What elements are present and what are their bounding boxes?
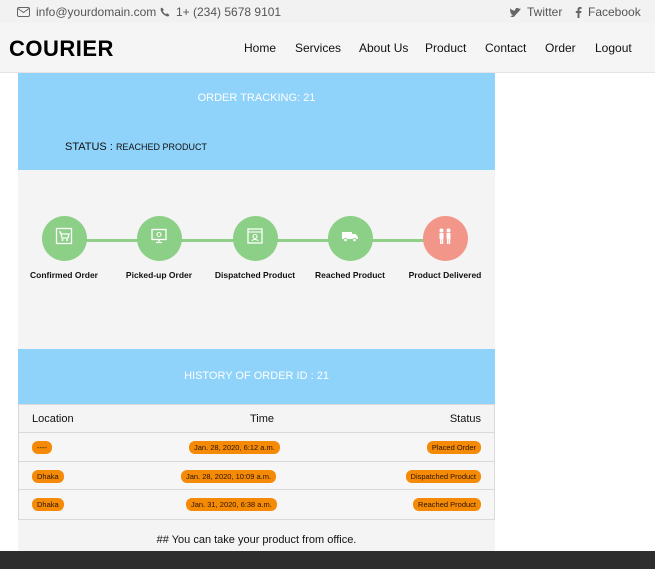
nav-product[interactable]: Product <box>425 41 466 55</box>
location-badge: Dhaka <box>32 498 64 511</box>
phone-text: 1+ (234) 5678 9101 <box>176 5 282 19</box>
pickup-note: ## You can take your product from office… <box>156 534 357 546</box>
order-history-table: Location Time Status ---- Jan. 28, 2020,… <box>18 404 495 520</box>
top-info-bar: info@yourdomain.com 1+ (234) 5678 9101 T… <box>0 0 655 23</box>
people-icon <box>436 227 454 250</box>
status-badge: Reached Product <box>413 498 481 511</box>
order-tracking-title: ORDER TRACKING: 21 <box>197 92 316 104</box>
table-row: Dhaka Jan. 28, 2020, 10:09 a.m. Dispatch… <box>19 461 494 490</box>
twitter-icon <box>510 7 521 17</box>
table-row: ---- Jan. 28, 2020, 6:12 a.m. Placed Ord… <box>19 433 494 462</box>
monitor-icon <box>150 227 168 250</box>
facebook-link[interactable]: Facebook <box>575 5 641 19</box>
status-value: REACHED PRODUCT <box>115 142 207 152</box>
column-status: Status <box>449 413 481 425</box>
table-row: Dhaka Jan. 31, 2020, 6:38 a.m. Reached P… <box>19 490 494 519</box>
nav-contact[interactable]: Contact <box>485 41 526 55</box>
column-time: Time <box>250 413 275 425</box>
page-footer <box>0 551 655 569</box>
truck-icon <box>341 229 359 248</box>
nav-order[interactable]: Order <box>545 41 576 55</box>
nav-about-us[interactable]: About Us <box>359 41 408 55</box>
email-text: info@yourdomain.com <box>36 5 157 19</box>
status-line: STATUS : REACHED PRODUCT <box>65 141 207 153</box>
time-badge: Jan. 31, 2020, 6:38 a.m. <box>186 498 277 511</box>
box-icon <box>246 227 264 250</box>
step-circle <box>422 216 468 261</box>
nav-services[interactable]: Services <box>295 41 341 55</box>
order-tracking-header: ORDER TRACKING: 21 STATUS : REACHED PROD… <box>18 73 495 170</box>
facebook-label: Facebook <box>588 5 641 19</box>
email-contact[interactable]: info@yourdomain.com <box>17 5 156 19</box>
envelope-icon <box>17 7 30 17</box>
step-product-delivered: Product Delivered <box>385 216 505 280</box>
order-history-header: HISTORY OF ORDER ID : 21 <box>18 349 495 404</box>
twitter-label: Twitter <box>527 5 563 19</box>
location-badge: ---- <box>32 441 52 454</box>
status-label: STATUS : <box>65 141 116 153</box>
step-circle <box>327 216 373 261</box>
step-circle <box>41 216 87 261</box>
nav-logout[interactable]: Logout <box>595 41 632 55</box>
status-badge: Dispatched Product <box>405 469 481 483</box>
order-history-title: HISTORY OF ORDER ID : 21 <box>184 370 329 382</box>
table-header: Location Time Status <box>19 405 494 433</box>
step-circle <box>136 216 182 261</box>
main-navbar: COURIER Home Services About Us Product C… <box>0 23 655 73</box>
phone-contact[interactable]: 1+ (234) 5678 9101 <box>160 5 281 19</box>
step-circle <box>232 216 278 261</box>
facebook-icon <box>575 6 582 18</box>
status-badge: Placed Order <box>426 441 481 454</box>
nav-home[interactable]: Home <box>244 41 276 55</box>
twitter-link[interactable]: Twitter <box>510 5 562 19</box>
phone-icon <box>160 7 170 17</box>
tracking-panel: ORDER TRACKING: 21 STATUS : REACHED PROD… <box>18 73 495 551</box>
step-label: Product Delivered <box>408 270 482 280</box>
brand-logo[interactable]: COURIER <box>9 36 114 62</box>
column-location: Location <box>32 413 74 425</box>
cart-icon <box>55 227 73 250</box>
progress-steps: Confirmed Order Picked-up Order Dispatch… <box>18 216 495 286</box>
time-badge: Jan. 28, 2020, 10:09 a.m. <box>181 469 277 483</box>
location-badge: Dhaka <box>32 469 64 483</box>
time-badge: Jan. 28, 2020, 6:12 a.m. <box>189 441 280 454</box>
